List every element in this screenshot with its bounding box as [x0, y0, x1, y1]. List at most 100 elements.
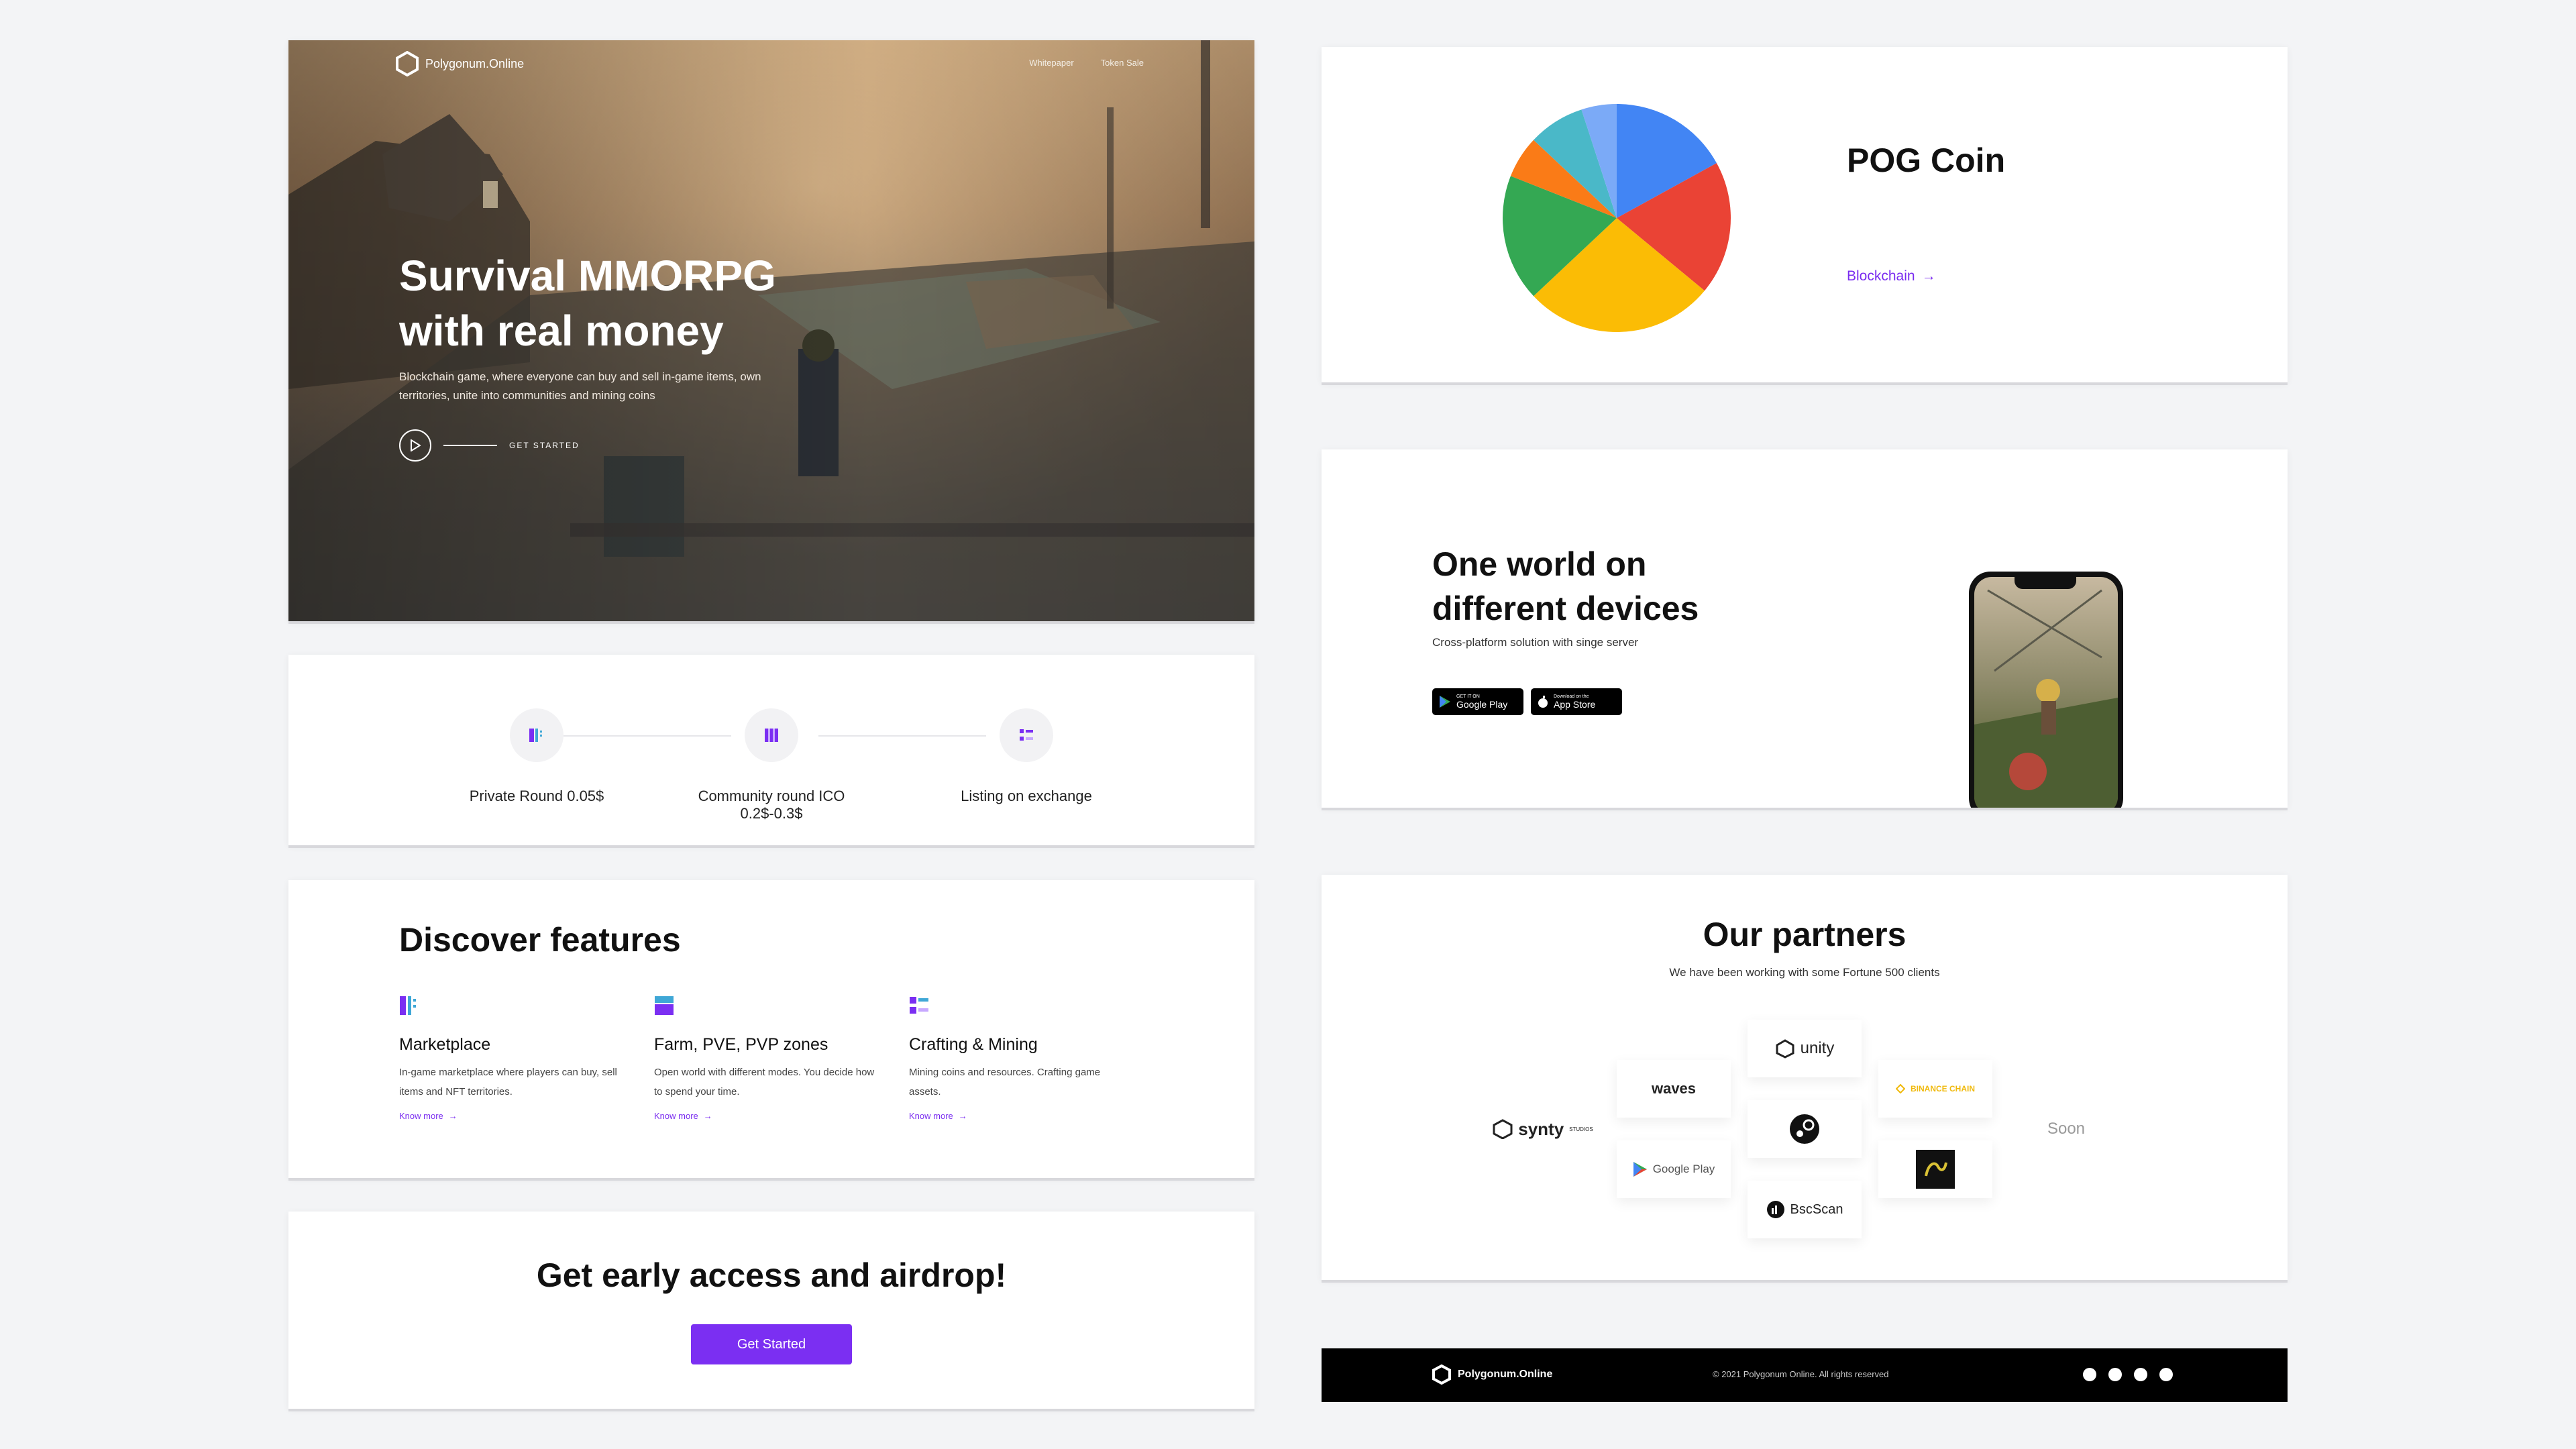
- app-store-badge[interactable]: Download on the App Store: [1531, 688, 1622, 715]
- twitter-icon[interactable]: [2134, 1368, 2147, 1381]
- roadmap-step: Community round ICO 0.2$-0.3$: [671, 708, 872, 822]
- know-more-link[interactable]: Know more →: [399, 1111, 621, 1121]
- feature-desc: In-game marketplace where players can bu…: [399, 1067, 617, 1097]
- phone-mockup: [1969, 572, 2123, 808]
- bscscan-logo-icon: [1766, 1201, 1784, 1218]
- marketplace-icon: [400, 996, 416, 1015]
- footer-brand: Polygonum.Online: [1458, 1368, 1553, 1380]
- google-play-label: Google Play: [1652, 1163, 1715, 1175]
- copyright: © 2021 Polygonum Online. All rights rese…: [1713, 1369, 1889, 1379]
- studio-logo-icon: [1916, 1150, 1955, 1189]
- unity-label: unity: [1800, 1039, 1835, 1057]
- soon-label: Soon: [2047, 1120, 2086, 1138]
- partners-title: Our partners: [1703, 916, 1907, 953]
- hexagon-logo-icon: [1432, 1364, 1451, 1385]
- feature-zones: Farm, PVE, PVP zones Open world with dif…: [654, 996, 875, 1121]
- synty-logo-icon: [1493, 1119, 1513, 1139]
- feature-title: Crafting & Mining: [909, 1035, 1038, 1054]
- crafting-icon: [910, 997, 928, 1014]
- know-more-label: Know more: [654, 1111, 698, 1121]
- steam-logo-icon: [1790, 1114, 1819, 1144]
- pog-coin-card: POG Coin Blockchain →: [1322, 47, 2288, 382]
- get-started-button[interactable]: Get Started: [691, 1324, 852, 1364]
- partner-google-play[interactable]: Google Play: [1617, 1140, 1731, 1198]
- hero-title: Survival MMORPG with real money: [399, 252, 776, 355]
- blockchain-label: Blockchain: [1847, 268, 1915, 284]
- partner-unity[interactable]: unity: [1748, 1020, 1862, 1077]
- devices-subtitle: Cross-platform solution with singe serve…: [1432, 636, 1639, 649]
- partner-bscscan[interactable]: BscScan: [1748, 1181, 1862, 1238]
- partner-steam[interactable]: [1748, 1100, 1862, 1158]
- phone-notch: [2015, 577, 2076, 589]
- unity-logo-icon: [1776, 1039, 1794, 1059]
- footer: Polygonum.Online © 2021 Polygonum Online…: [1322, 1348, 2288, 1402]
- devices-card: One world on different devices Cross-pla…: [1322, 449, 2288, 808]
- feature-crafting: Crafting & Mining Mining coins and resou…: [909, 996, 1130, 1121]
- google-play-icon: [1440, 696, 1450, 708]
- binance-logo-icon: [1896, 1084, 1905, 1093]
- google-play-big: Google Play: [1456, 699, 1508, 710]
- features-title: Discover features: [399, 921, 681, 959]
- partner-soon: Soon: [2009, 1100, 2123, 1158]
- arrow-right-icon: →: [703, 1111, 712, 1121]
- google-play-icon: [1633, 1162, 1647, 1177]
- app-store-big: App Store: [1554, 699, 1596, 710]
- roadmap-step-label: Community round ICO 0.2$-0.3$: [698, 788, 845, 822]
- roadmap-step-label: Listing on exchange: [961, 788, 1092, 804]
- know-more-label: Know more: [399, 1111, 443, 1121]
- top-nav: Whitepaper Token Sale: [1029, 58, 1144, 68]
- feature-title: Farm, PVE, PVP zones: [654, 1035, 828, 1054]
- early-access-card: Get early access and airdrop! Get Starte…: [288, 1212, 1254, 1409]
- brand-name: Polygonum.Online: [425, 56, 525, 70]
- instagram-icon[interactable]: [2083, 1368, 2096, 1381]
- brand-logo[interactable]: Polygonum.Online: [396, 51, 524, 76]
- partner-waves[interactable]: waves: [1617, 1060, 1731, 1118]
- google-play-badge[interactable]: GET IT ON Google Play: [1432, 688, 1523, 715]
- synty-sub-label: STUDIOS: [1569, 1126, 1593, 1132]
- synty-label: synty: [1518, 1118, 1564, 1139]
- feature-marketplace: Marketplace In-game marketplace where pl…: [399, 996, 621, 1121]
- roadmap-step: Listing on exchange: [926, 708, 1127, 805]
- list-icon: [1000, 708, 1053, 762]
- zones-icon: [655, 996, 674, 1015]
- know-more-link[interactable]: Know more →: [909, 1111, 1130, 1121]
- partners-card: Our partners We have been working with s…: [1322, 875, 2288, 1280]
- know-more-label: Know more: [909, 1111, 953, 1121]
- know-more-link[interactable]: Know more →: [654, 1111, 875, 1121]
- pie-chart: [1503, 104, 1731, 332]
- get-started-link[interactable]: GET STARTED: [399, 429, 580, 462]
- partner-binance-chain[interactable]: BINANCE CHAIN: [1878, 1060, 1992, 1118]
- youtube-icon[interactable]: [2159, 1368, 2173, 1381]
- nav-whitepaper[interactable]: Whitepaper: [1029, 58, 1073, 68]
- footer-logo[interactable]: Polygonum.Online: [1432, 1364, 1552, 1385]
- feature-title: Marketplace: [399, 1035, 491, 1054]
- arrow-right-icon: →: [448, 1111, 458, 1121]
- divider-line: [443, 445, 497, 446]
- roadmap-step-label: Private Round 0.05$: [469, 788, 604, 804]
- bscscan-label: BscScan: [1790, 1201, 1843, 1217]
- hero-subtitle: Blockchain game, where everyone can buy …: [399, 370, 761, 402]
- binance-label: BINANCE CHAIN: [1911, 1084, 1975, 1093]
- arrow-right-icon: →: [1921, 268, 1936, 284]
- hexagon-logo-icon: [396, 51, 419, 76]
- feature-desc: Open world with different modes. You dec…: [654, 1067, 875, 1097]
- partner-game-studio[interactable]: [1878, 1140, 1992, 1198]
- partners-subtitle: We have been working with some Fortune 5…: [1669, 966, 1940, 979]
- nav-token-sale[interactable]: Token Sale: [1101, 58, 1144, 68]
- get-started-label: GET STARTED: [509, 441, 580, 450]
- reddit-icon[interactable]: [2108, 1368, 2122, 1381]
- feature-desc: Mining coins and resources. Crafting gam…: [909, 1067, 1101, 1097]
- bars-icon: [510, 708, 564, 762]
- early-access-title: Get early access and airdrop!: [536, 1256, 1007, 1294]
- apple-icon: [1538, 696, 1548, 708]
- columns-icon: [745, 708, 798, 762]
- phone-screen-image: [1974, 577, 2118, 808]
- hero-banner: Polygonum.Online Whitepaper Token Sale S…: [288, 40, 1254, 621]
- partner-synty[interactable]: synty STUDIOS: [1486, 1100, 1600, 1158]
- blockchain-link[interactable]: Blockchain →: [1847, 268, 1936, 284]
- waves-label: waves: [1651, 1080, 1697, 1097]
- social-links: [2083, 1368, 2173, 1381]
- features-card: Discover features Marketplace In-game ma…: [288, 880, 1254, 1178]
- play-icon[interactable]: [399, 429, 431, 462]
- pog-coin-title: POG Coin: [1847, 142, 2006, 179]
